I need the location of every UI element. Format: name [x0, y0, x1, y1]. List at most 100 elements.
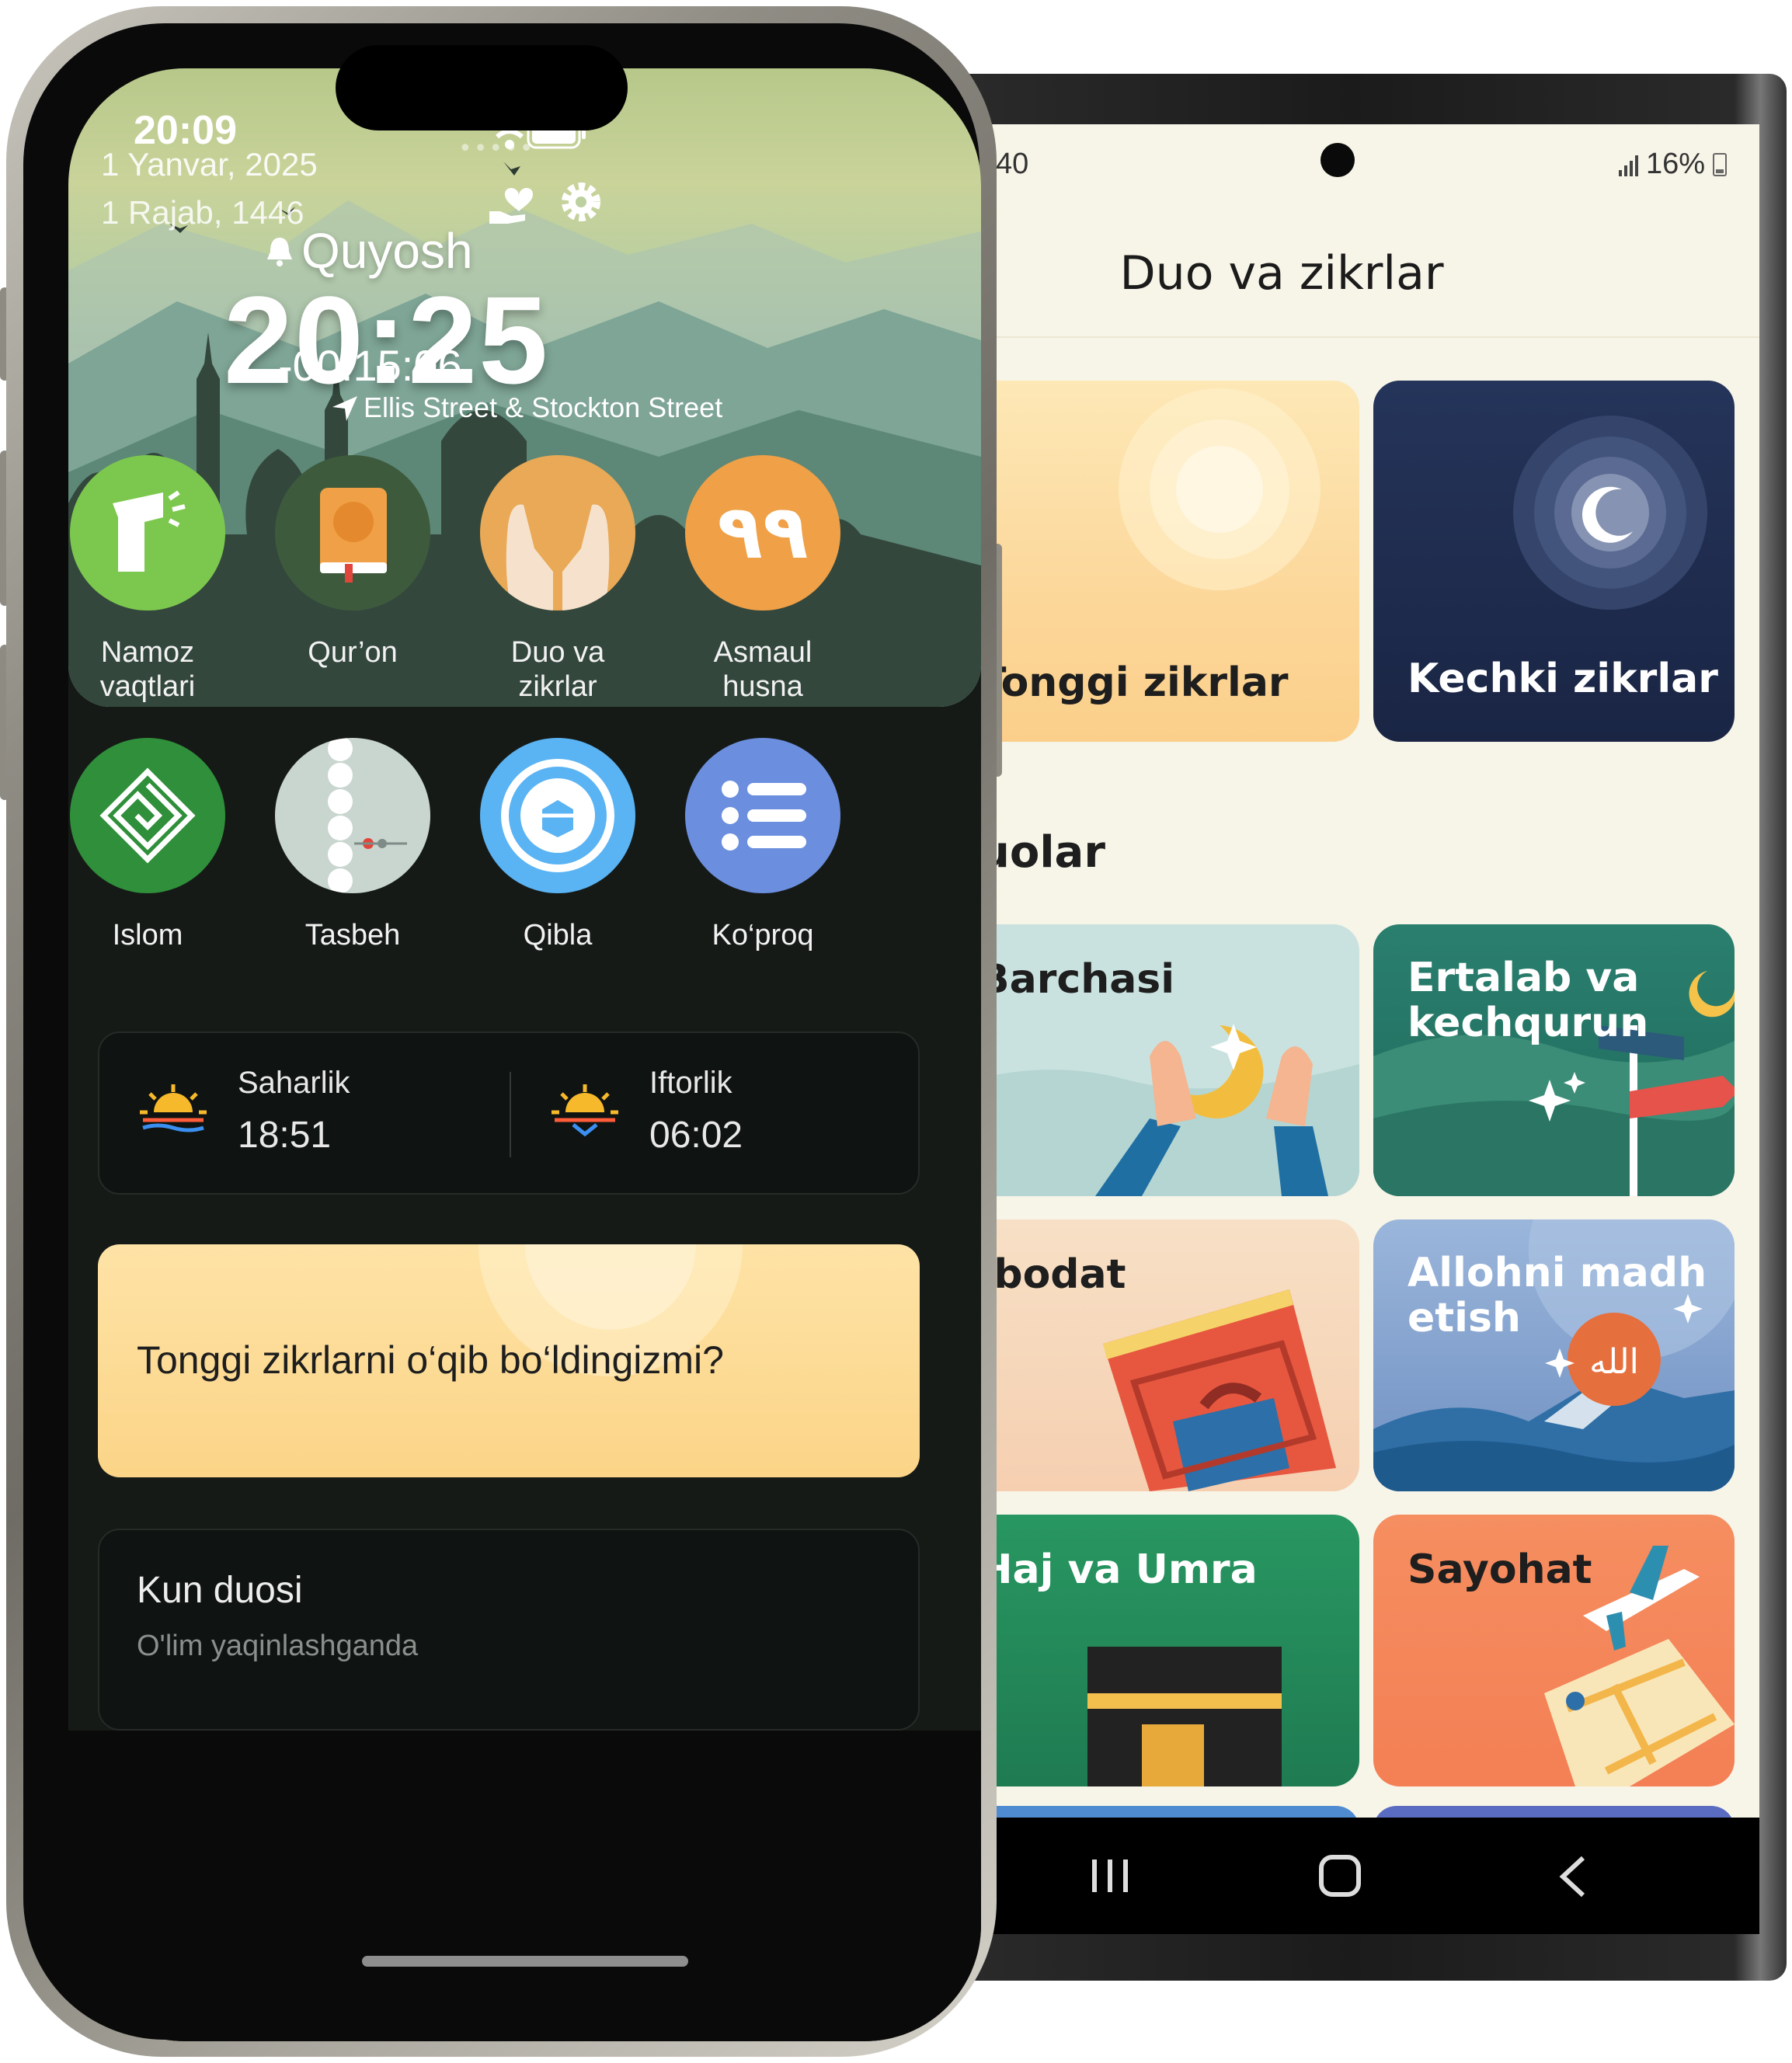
card-label: Sayohat — [1408, 1546, 1592, 1593]
iphone-screen: 20:09 ••••• 1 Yanvar, 2025 1 Rajab, 1446 — [68, 68, 981, 2041]
tile-label: Tasbeh — [252, 918, 454, 952]
quran-book-icon — [320, 488, 387, 583]
sunset-icon — [552, 1084, 618, 1137]
prayer-beads-icon — [328, 738, 407, 893]
tile-asmaul-husna[interactable]: ٩٩ Asmaul husna — [662, 455, 864, 704]
daily-duo-subtitle: O'lim yaqinlashganda — [137, 1630, 419, 1662]
card-label-line1: Allohni madh — [1408, 1250, 1707, 1296]
tile-icon-circle — [480, 738, 635, 893]
praying-hands-icon — [506, 504, 610, 611]
card-ibodat[interactable]: Ibodat — [979, 1219, 1359, 1491]
card-label-line2: etish — [1408, 1295, 1521, 1341]
morning-reminder-card[interactable]: Tonggi zikrlarni o‘qib bo‘ldingizmi? — [98, 1244, 920, 1477]
tile-qibla[interactable]: Qibla — [457, 738, 659, 952]
iftorlik-time: 06:02 — [649, 1115, 743, 1156]
countdown: -00:15:06 — [278, 341, 462, 390]
page-title: Duo va zikrlar — [1119, 246, 1444, 301]
location-label[interactable]: Ellis Street & Stockton Street — [364, 391, 722, 424]
tile-label: Islom — [68, 918, 249, 952]
tile-label-line1: Ko‘proq — [712, 919, 814, 951]
daily-duo-title: Kun duosi — [137, 1570, 303, 1611]
tile-namoz-vaqtlari[interactable]: Namoz vaqtlari — [68, 455, 249, 704]
battery-percent: 16% — [1645, 148, 1705, 180]
daily-duo-card[interactable]: Kun duosi O'lim yaqinlashganda — [98, 1529, 920, 1731]
card-tonggi-zikrlar[interactable]: Tonggi zikrlar — [979, 381, 1359, 742]
tile-label-line1: Duo va — [510, 636, 605, 669]
tile-icon-circle — [70, 455, 225, 611]
fasting-times-panel: Saharlik 18:51 Iftorlik 06:02 — [98, 1032, 920, 1195]
tile-islom[interactable]: Islom — [68, 738, 249, 952]
card-allohni-madh-etish[interactable]: الله Allohni madh etish — [1373, 1219, 1735, 1491]
minaret-speaker-icon — [113, 490, 186, 572]
saharlik-label: Saharlik — [238, 1066, 350, 1100]
tile-label-line1: Asmaul — [713, 636, 812, 669]
card-kechki-zikrlar[interactable]: Kechki zikrlar — [1373, 381, 1735, 742]
tile-label-line1: Qibla — [523, 919, 593, 951]
compass-kaaba-icon — [501, 759, 614, 872]
card-sayohat[interactable]: Sayohat — [1373, 1515, 1735, 1786]
date-hijri: 1 Rajab, 1446 — [101, 194, 304, 231]
iftorlik-label: Iftorlik — [649, 1066, 732, 1100]
card-label: Haj va Umra — [979, 1546, 1258, 1593]
card-label: Kechki zikrlar — [1408, 656, 1718, 702]
bottom-fade — [68, 1731, 981, 2041]
gear-icon[interactable] — [556, 177, 606, 227]
bell-icon[interactable] — [266, 236, 294, 267]
card-label: Tonggi zikrlar — [979, 659, 1289, 706]
tile-duo-va-zikrlar[interactable]: Duo va zikrlar — [457, 455, 659, 704]
tile-icon-circle: ٩٩ — [685, 455, 840, 611]
tile-icon-circle — [70, 738, 225, 893]
tile-icon-circle — [685, 738, 840, 893]
android-status-right: 16% — [1618, 148, 1727, 181]
svg-text:٩٩: ٩٩ — [717, 489, 808, 576]
card-ertalab-kechqurun[interactable]: Ertalab va kechqurun — [1373, 924, 1735, 1196]
card-barchasi[interactable]: Barchasi — [979, 924, 1359, 1196]
moon-icon — [1513, 416, 1707, 610]
tile-label: Qur’on — [252, 635, 454, 670]
tile-label-line2: husna — [722, 670, 803, 703]
iphone-frame: 20:09 ••••• 1 Yanvar, 2025 1 Rajab, 1446 — [6, 6, 997, 2057]
tile-label: Namoz vaqtlari — [68, 635, 249, 704]
card-haj-va-umra[interactable]: Haj va Umra — [979, 1515, 1359, 1786]
sun-icon — [1119, 388, 1321, 590]
tile-label: Asmaul husna — [662, 635, 864, 704]
tile-label: Qibla — [457, 918, 659, 952]
divider — [510, 1072, 511, 1157]
back-button[interactable] — [1554, 1855, 1592, 1898]
tile-icon-circle — [275, 455, 430, 611]
front-camera — [1321, 143, 1355, 177]
dynamic-island — [336, 45, 628, 130]
iphone-bezel: 20:09 ••••• 1 Yanvar, 2025 1 Rajab, 1446 — [23, 23, 981, 2041]
tile-icon-circle — [275, 738, 430, 893]
location-arrow-icon — [332, 396, 357, 421]
tile-label-line1: Namoz — [100, 636, 195, 669]
battery-icon — [1713, 152, 1727, 176]
section-title: uolar — [979, 827, 1105, 878]
home-indicator[interactable] — [362, 1956, 688, 1967]
tile-label-line1: Qur’on — [308, 636, 398, 669]
tile-koproq[interactable]: Ko‘proq — [662, 738, 864, 952]
card-label-line1: Ertalab va — [1408, 955, 1640, 1001]
android-nav-bar — [979, 1818, 1759, 1934]
tile-label: Ko‘proq — [662, 918, 864, 952]
android-header: Duo va zikrlar — [979, 198, 1759, 338]
date-gregorian: 1 Yanvar, 2025 — [101, 146, 318, 183]
tile-icon-circle — [480, 455, 635, 611]
home-button[interactable] — [1317, 1853, 1363, 1899]
card-label-line2: kechqurun — [1408, 1000, 1649, 1046]
tile-tasbeh[interactable]: Tasbeh — [252, 738, 454, 952]
tile-label-line1: Islom — [112, 919, 183, 951]
sunrise-icon — [140, 1084, 207, 1132]
tile-quron[interactable]: Qur’on — [252, 455, 454, 670]
android-screen: 40 16% Duo va zikrlar Tonggi zikrlar Kec… — [979, 124, 1759, 1934]
tile-label-line1: Tasbeh — [304, 919, 401, 951]
recent-apps-button[interactable] — [1087, 1856, 1134, 1895]
tile-label-line2: vaqtlari — [99, 670, 196, 703]
donate-icon[interactable] — [488, 177, 542, 228]
svg-text:الله: الله — [1589, 1342, 1639, 1382]
android-status-time: 40 — [996, 148, 1029, 180]
saharlik-time: 18:51 — [238, 1115, 332, 1156]
android-status-bar: 40 16% — [979, 124, 1759, 198]
tile-label: Duo va zikrlar — [457, 635, 659, 704]
signal-icon — [1618, 153, 1638, 176]
